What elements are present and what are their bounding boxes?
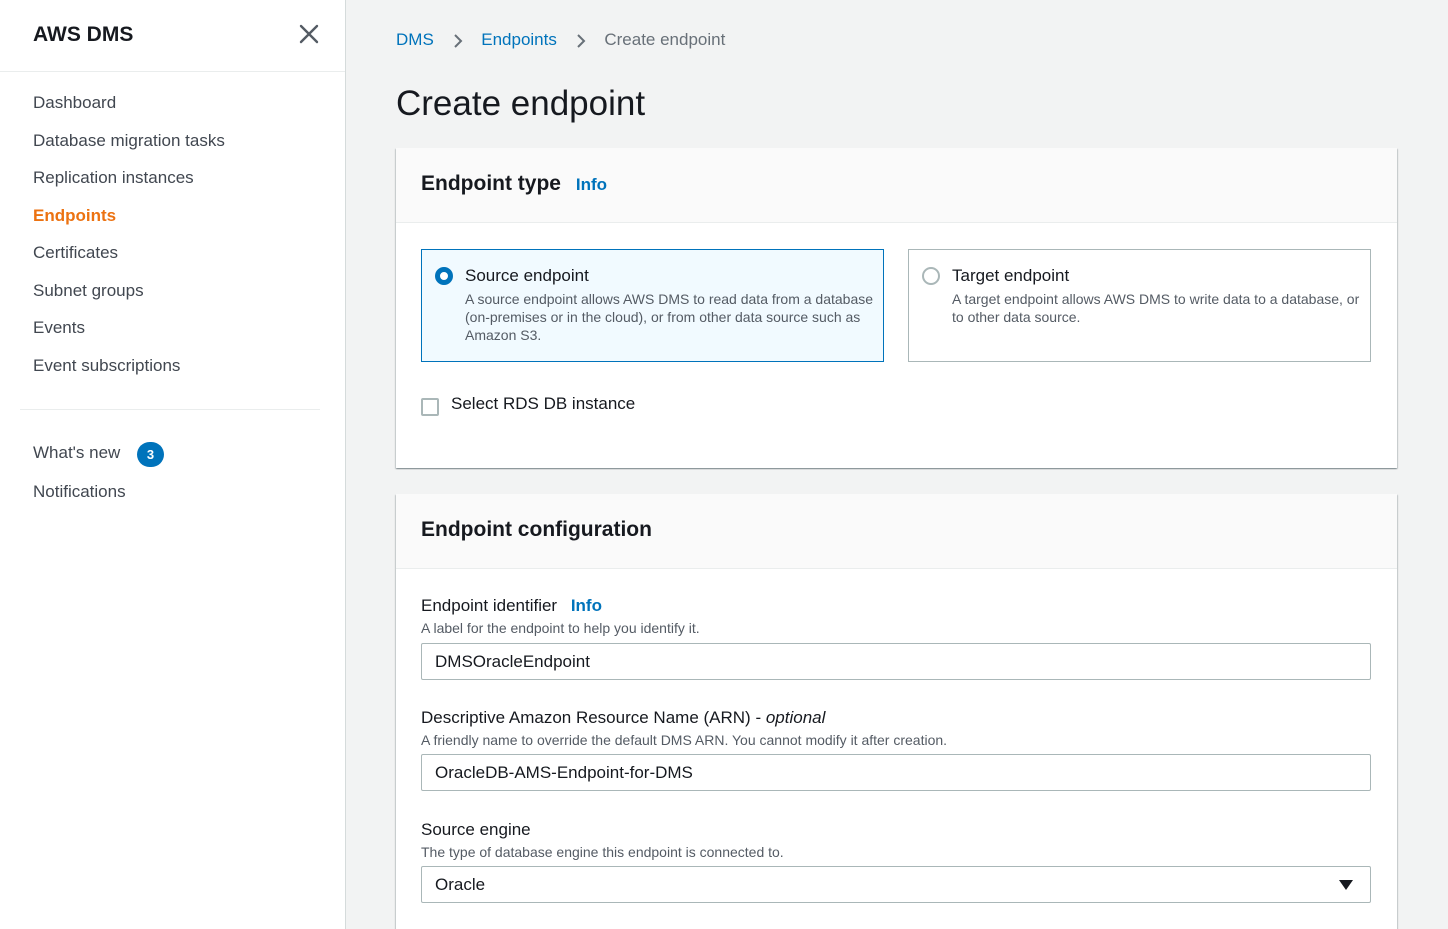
source-endpoint-title: Source endpoint bbox=[465, 266, 589, 285]
endpoint-identifier-input[interactable]: DMSOracleEndpoint bbox=[421, 643, 1371, 680]
sidebar-header: AWS DMS bbox=[0, 0, 345, 72]
arn-input[interactable]: OracleDB-AMS-Endpoint-for-DMS bbox=[421, 754, 1371, 791]
source-engine-description: The type of database engine this endpoin… bbox=[421, 844, 784, 860]
target-endpoint-description: A target endpoint allows AWS DMS to writ… bbox=[952, 291, 1360, 325]
endpoint-identifier-description: A label for the endpoint to help you ide… bbox=[421, 620, 700, 636]
source-endpoint-description: A source endpoint allows AWS DMS to read… bbox=[465, 291, 874, 343]
sidebar-item-replication-instances[interactable]: Replication instances bbox=[33, 168, 194, 188]
sidebar-item-notifications[interactable]: Notifications bbox=[33, 482, 126, 502]
breadcrumb: DMS Endpoints Create endpoint bbox=[396, 30, 725, 50]
page-title: Create endpoint bbox=[396, 84, 646, 123]
sidebar-item-event-subscriptions[interactable]: Event subscriptions bbox=[33, 356, 180, 376]
chevron-right-icon bbox=[576, 33, 586, 48]
breadcrumb-current: Create endpoint bbox=[604, 30, 726, 49]
sidebar-item-whats-new[interactable]: What's new bbox=[33, 443, 120, 463]
arn-description: A friendly name to override the default … bbox=[421, 732, 948, 748]
sidebar-item-subnet-groups[interactable]: Subnet groups bbox=[33, 281, 144, 301]
endpoint-type-header: Endpoint type Info bbox=[396, 148, 1397, 223]
whats-new-badge: 3 bbox=[137, 442, 164, 467]
caret-down-icon bbox=[1339, 880, 1353, 890]
endpoint-type-title: Endpoint type bbox=[421, 172, 561, 195]
arn-optional-label: optional bbox=[765, 708, 826, 727]
source-engine-label: Source engine bbox=[421, 820, 531, 839]
sidebar-item-dashboard[interactable]: Dashboard bbox=[33, 93, 116, 113]
side-navigation: AWS DMS Dashboard Database migration tas… bbox=[0, 0, 346, 929]
sidebar-divider bbox=[20, 409, 320, 410]
endpoint-type-info-link[interactable]: Info bbox=[576, 175, 607, 194]
sidebar-item-events[interactable]: Events bbox=[33, 318, 85, 338]
endpoint-configuration-panel: Endpoint configuration Endpoint identifi… bbox=[396, 494, 1397, 929]
breadcrumb-endpoints[interactable]: Endpoints bbox=[481, 30, 557, 49]
endpoint-configuration-title: Endpoint configuration bbox=[421, 518, 652, 541]
breadcrumb-dms[interactable]: DMS bbox=[396, 30, 434, 49]
target-endpoint-title: Target endpoint bbox=[952, 266, 1070, 285]
endpoint-configuration-header: Endpoint configuration bbox=[396, 494, 1397, 569]
source-endpoint-tile[interactable]: Source endpoint A source endpoint allows… bbox=[421, 249, 884, 362]
sidebar-title[interactable]: AWS DMS bbox=[33, 23, 133, 47]
select-rds-checkbox[interactable] bbox=[421, 398, 439, 416]
target-endpoint-radio[interactable] bbox=[922, 267, 940, 285]
source-engine-value: Oracle bbox=[435, 875, 486, 894]
endpoint-type-panel: Endpoint type Info Source endpoint A sou… bbox=[396, 148, 1397, 468]
sidebar-item-endpoints[interactable]: Endpoints bbox=[33, 206, 116, 226]
select-rds-label[interactable]: Select RDS DB instance bbox=[451, 394, 635, 414]
endpoint-identifier-label: Endpoint identifier bbox=[421, 596, 558, 615]
source-engine-select[interactable]: Oracle bbox=[421, 866, 1371, 903]
sidebar-item-database-migration-tasks[interactable]: Database migration tasks bbox=[33, 131, 225, 151]
target-endpoint-tile[interactable]: Target endpoint A target endpoint allows… bbox=[908, 249, 1371, 362]
endpoint-identifier-info-link[interactable]: Info bbox=[571, 596, 602, 615]
close-icon[interactable] bbox=[297, 22, 321, 46]
source-endpoint-radio[interactable] bbox=[435, 267, 453, 285]
arn-label: Descriptive Amazon Resource Name (ARN) - bbox=[421, 708, 766, 727]
sidebar-item-certificates[interactable]: Certificates bbox=[33, 243, 118, 263]
chevron-right-icon bbox=[453, 33, 462, 48]
